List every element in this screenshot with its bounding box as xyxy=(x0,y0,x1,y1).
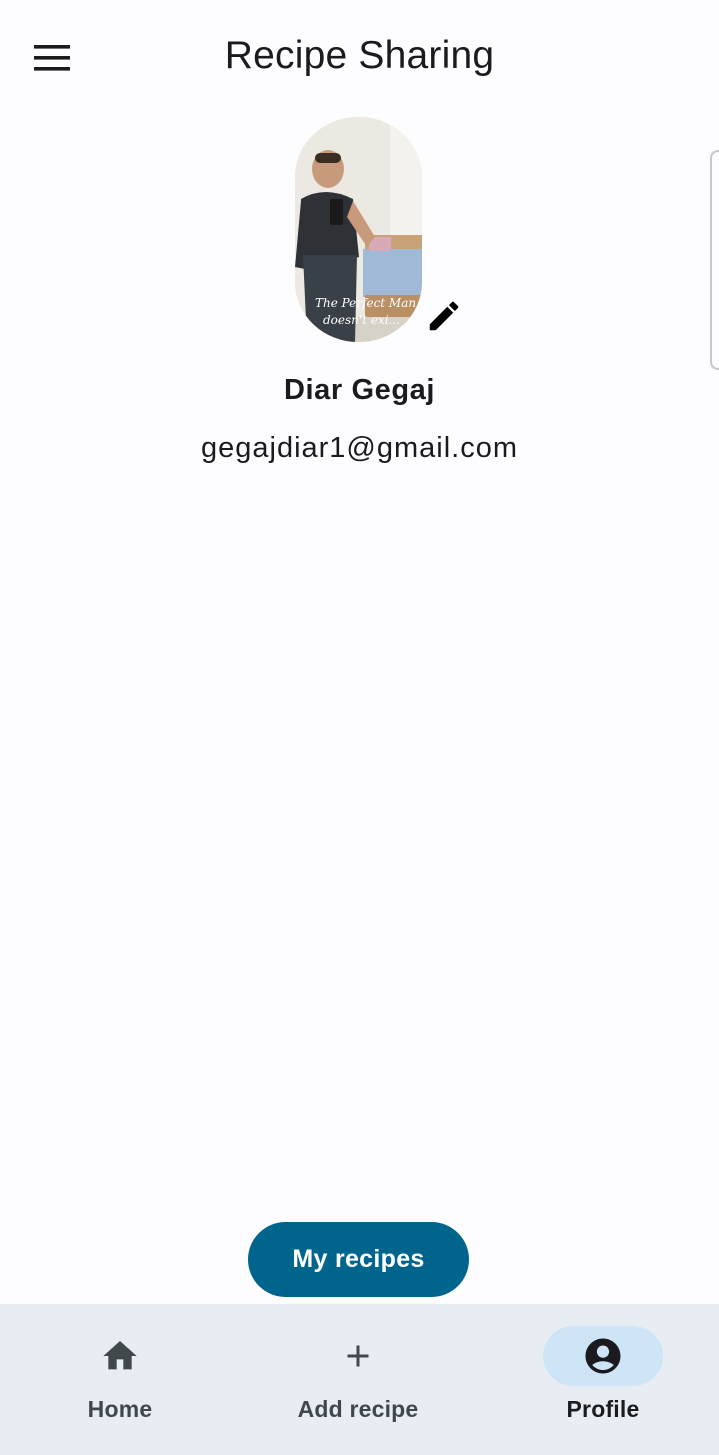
nav-label-profile: Profile xyxy=(566,1396,640,1422)
home-icon xyxy=(103,1341,137,1370)
plus-icon xyxy=(347,1345,369,1367)
avatar-caption-line1: The Perfect Man xyxy=(315,296,416,310)
nav-label-add-recipe: Add recipe xyxy=(297,1396,419,1422)
avatar-photo: The Perfect Man doesn't exi... xyxy=(295,117,422,342)
profile-name: Diar Gegaj xyxy=(283,374,436,406)
page-title: Recipe Sharing xyxy=(224,34,495,77)
avatar[interactable]: The Perfect Man doesn't exi... xyxy=(295,117,422,342)
nav-label-home: Home xyxy=(87,1396,153,1422)
bottom-navigation: Home Add recipe Profile xyxy=(0,1304,719,1455)
my-recipes-button[interactable]: My recipes xyxy=(248,1222,469,1297)
pencil-icon xyxy=(429,301,459,331)
nav-indicator xyxy=(298,1326,418,1386)
profile-avatar-container[interactable]: The Perfect Man doesn't exi... xyxy=(295,117,422,342)
app-bar: Recipe Sharing xyxy=(0,0,719,116)
nav-item-profile[interactable]: Profile xyxy=(483,1304,719,1455)
edit-avatar-button[interactable] xyxy=(422,294,466,338)
nav-item-home[interactable]: Home xyxy=(0,1304,240,1455)
avatar-caption-line2: doesn't exi... xyxy=(323,313,400,327)
scroll-edge-indicator xyxy=(710,150,719,370)
profile-email: gegajdiar1@gmail.com xyxy=(200,432,519,464)
nav-indicator-active xyxy=(543,1326,663,1386)
account-circle-icon xyxy=(585,1338,621,1374)
nav-item-add-recipe[interactable]: Add recipe xyxy=(238,1304,478,1455)
nav-indicator xyxy=(60,1326,180,1386)
